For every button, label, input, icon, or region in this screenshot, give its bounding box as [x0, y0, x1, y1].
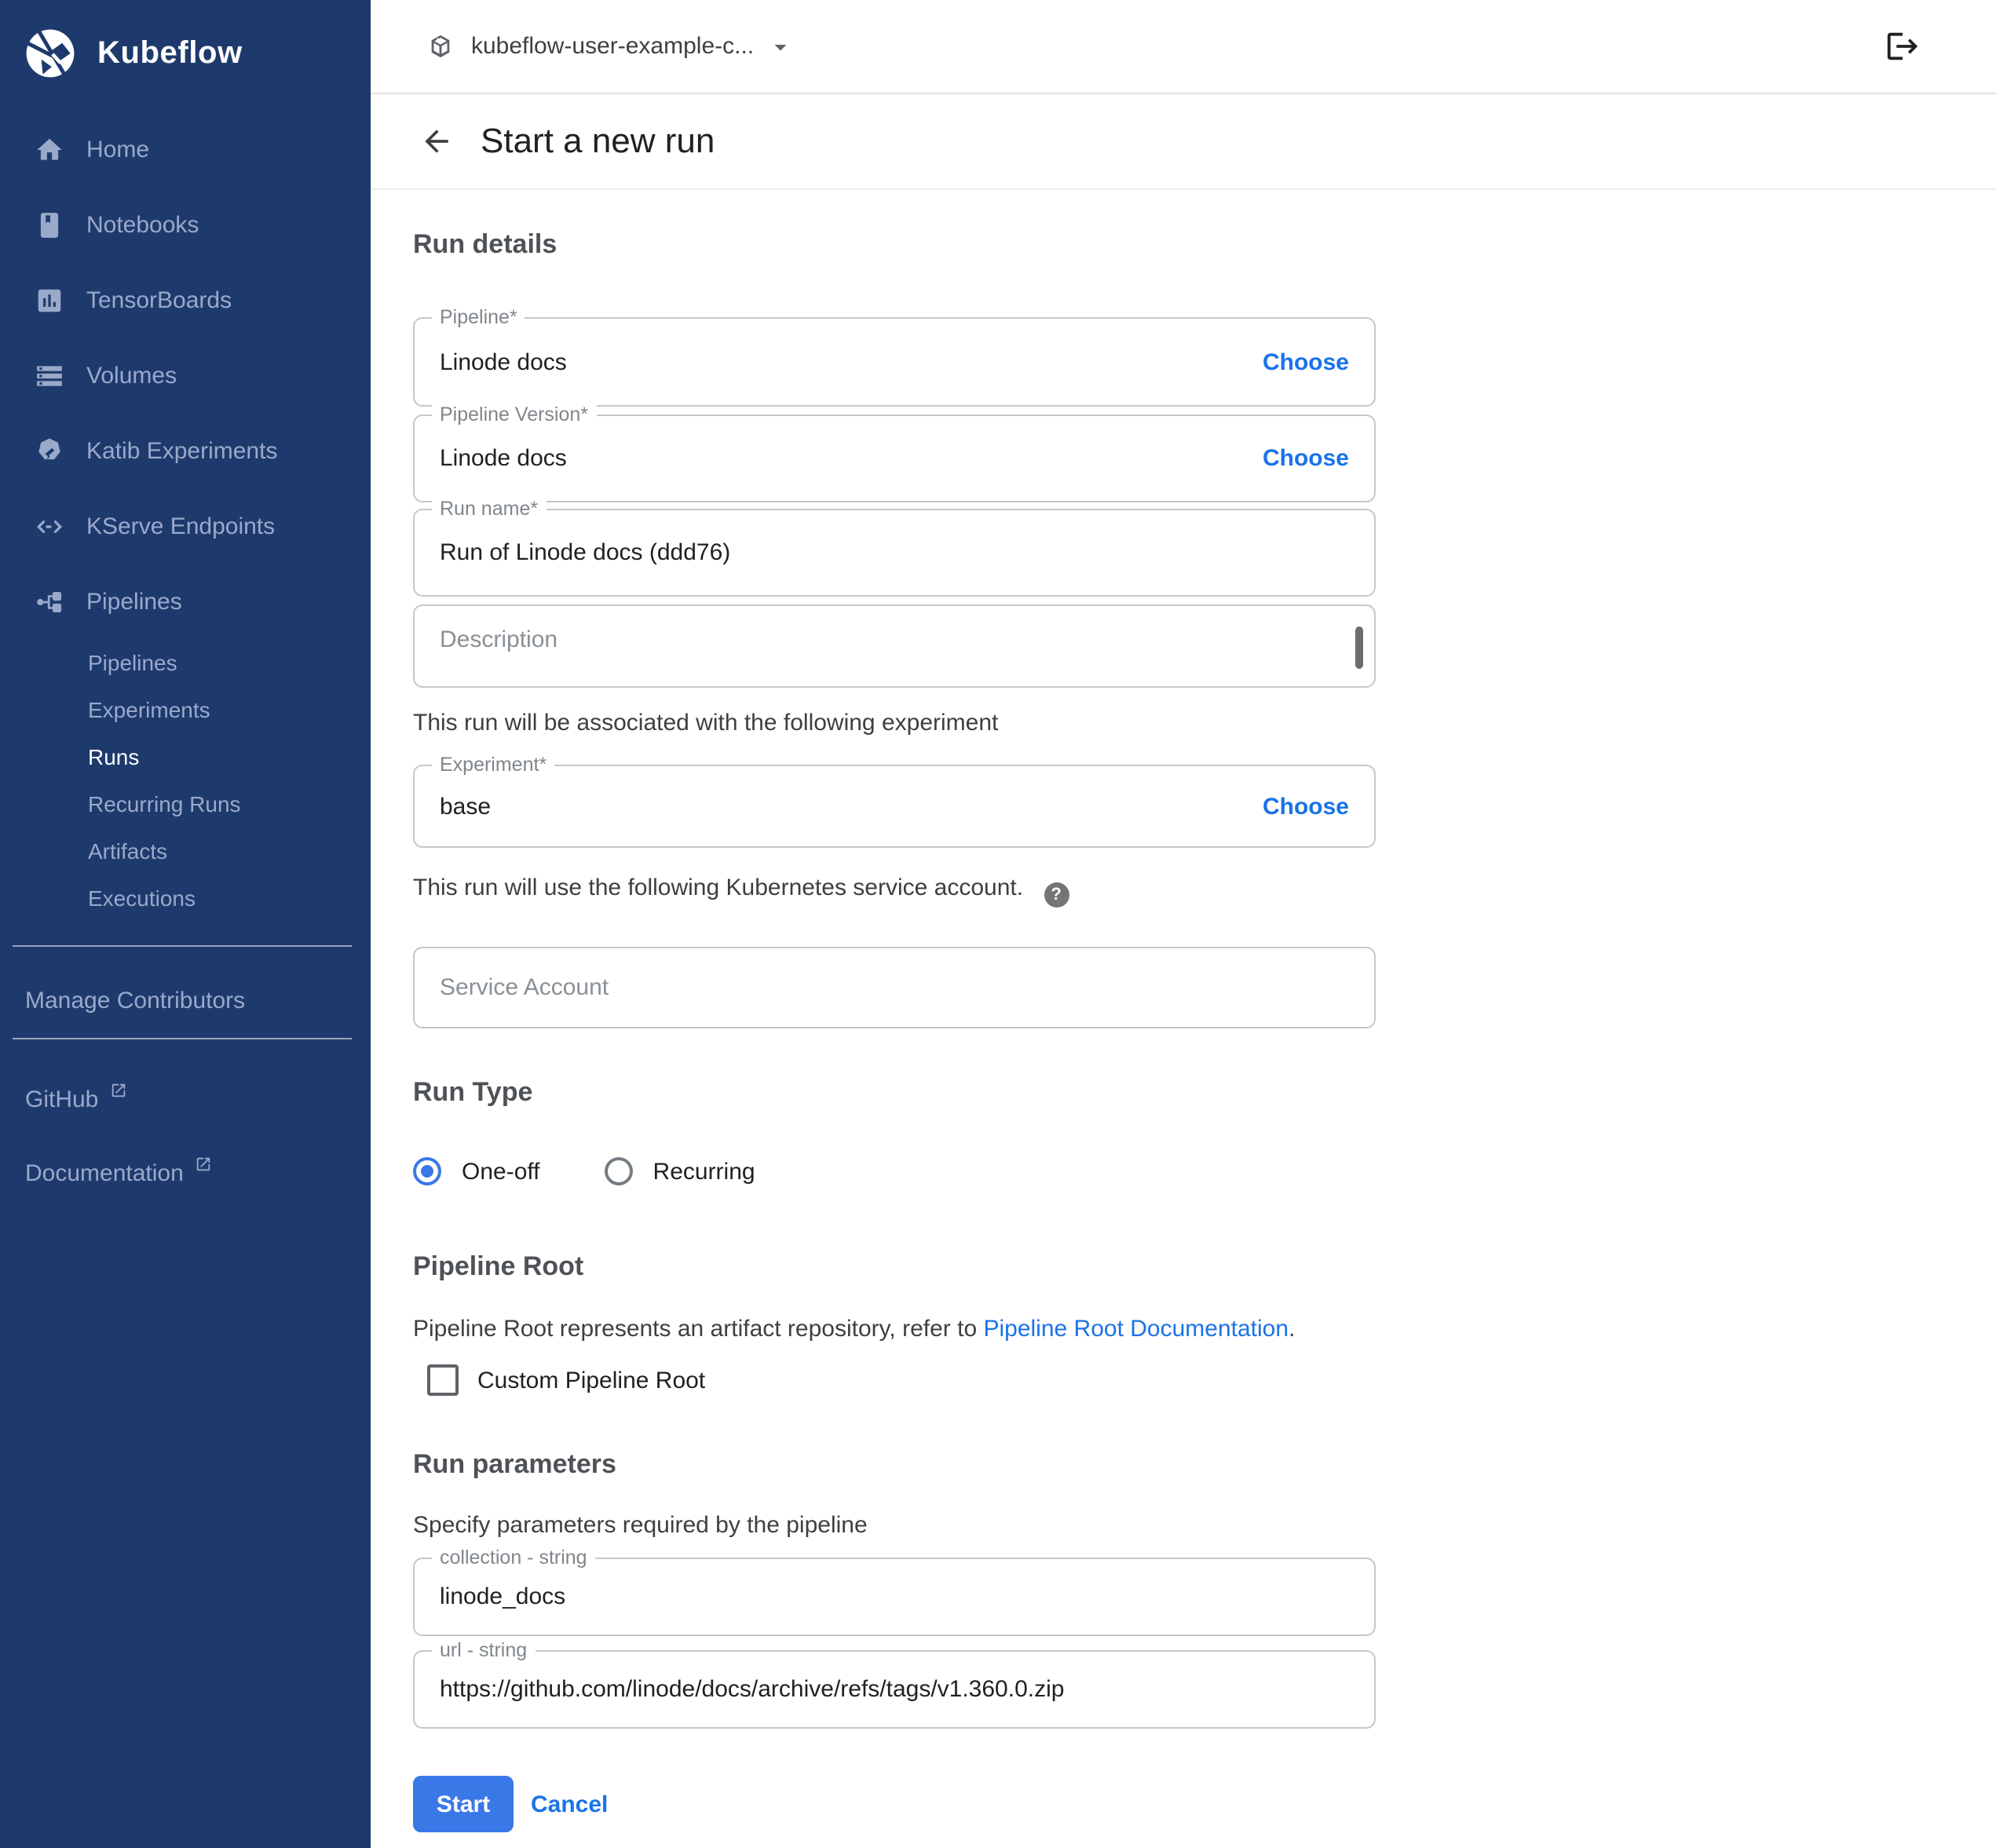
param-collection-value: linode_docs — [440, 1583, 565, 1610]
logout-icon[interactable] — [1885, 28, 1921, 64]
pipeline-choose-button[interactable]: Choose — [1263, 349, 1349, 375]
run-form: Run details Pipeline* Linode docs Choose… — [371, 94, 1996, 1848]
namespace-cube-icon — [427, 33, 454, 60]
external-link-icon — [195, 1156, 212, 1173]
sidebar-link-documentation[interactable]: Documentation — [0, 1160, 371, 1187]
sidebar-divider — [13, 1038, 352, 1039]
sidebar-item-label: TensorBoards — [86, 287, 232, 313]
sidebar-subitem-experiments[interactable]: Experiments — [0, 686, 371, 733]
sidebar-item-label: Notebooks — [86, 211, 199, 238]
pipeline-field-label: Pipeline* — [432, 306, 525, 328]
external-link-icon — [109, 1082, 126, 1099]
sidebar: Kubeflow Home Notebooks TensorBoards Vol… — [0, 0, 371, 1848]
associated-experiment-text: This run will be associated with the fol… — [413, 710, 998, 736]
description-field[interactable]: Description — [413, 604, 1376, 688]
notebook-icon — [35, 210, 64, 239]
pipeline-version-field[interactable]: Pipeline Version* Linode docs Choose — [413, 415, 1376, 502]
sidebar-nav: Home Notebooks TensorBoards Volumes — [0, 111, 371, 922]
sidebar-item-notebooks[interactable]: Notebooks — [0, 187, 371, 262]
section-run-parameters: Run parameters — [413, 1449, 616, 1481]
run-name-field-label: Run name* — [432, 498, 546, 520]
param-collection-label: collection - string — [432, 1547, 595, 1569]
experiment-field[interactable]: Experiment* base Choose — [413, 765, 1376, 848]
sidebar-subitem-pipelines[interactable]: Pipelines — [0, 639, 371, 686]
pipeline-version-choose-button[interactable]: Choose — [1263, 445, 1349, 472]
section-pipeline-root: Pipeline Root — [413, 1251, 583, 1283]
recurring-label: Recurring — [653, 1158, 755, 1185]
custom-pipeline-root-label: Custom Pipeline Root — [477, 1367, 705, 1393]
top-app-bar: kubeflow-user-example-c... — [371, 0, 1996, 94]
param-url-field[interactable]: url - string https://github.com/linode/d… — [413, 1650, 1376, 1729]
kubeflow-start-new-run-page: Kubeflow Home Notebooks TensorBoards Vol… — [0, 0, 1996, 1848]
home-icon — [35, 134, 64, 164]
sidebar-divider — [13, 945, 352, 947]
sidebar-item-katib-experiments[interactable]: Katib Experiments — [0, 413, 371, 488]
service-account-placeholder: Service Account — [440, 974, 609, 1001]
sidebar-item-volumes[interactable]: Volumes — [0, 338, 371, 413]
start-button[interactable]: Start — [413, 1776, 514, 1832]
pipeline-version-field-label: Pipeline Version* — [432, 404, 596, 425]
kubeflow-logo-icon — [20, 24, 80, 83]
pipeline-field[interactable]: Pipeline* Linode docs Choose — [413, 317, 1376, 407]
run-name-field[interactable]: Run name* Run of Linode docs (ddd76) — [413, 509, 1376, 597]
pipeline-version-field-value: Linode docs — [440, 445, 567, 472]
custom-pipeline-root-row: Custom Pipeline Root — [427, 1364, 705, 1396]
help-icon[interactable]: ? — [1044, 882, 1069, 908]
app-title: Kubeflow — [97, 35, 243, 71]
main-content: Start a new run Run details Pipeline* Li… — [371, 94, 1996, 1848]
run-parameters-subtext: Specify parameters required by the pipel… — [413, 1512, 868, 1539]
custom-pipeline-root-checkbox[interactable] — [427, 1364, 459, 1396]
cancel-button[interactable]: Cancel — [531, 1791, 608, 1818]
recurring-radio[interactable] — [605, 1157, 633, 1185]
kserve-icon — [35, 511, 64, 541]
param-collection-field[interactable]: collection - string linode_docs — [413, 1558, 1376, 1636]
service-account-field[interactable]: Service Account — [413, 947, 1376, 1028]
sidebar-item-tensorboards[interactable]: TensorBoards — [0, 262, 371, 338]
param-url-value: https://github.com/linode/docs/archive/r… — [440, 1676, 1064, 1703]
sidebar-item-label: Volumes — [86, 362, 177, 389]
experiment-field-label: Experiment* — [432, 754, 554, 776]
description-scrollbar-thumb[interactable] — [1355, 626, 1363, 669]
katib-icon — [35, 436, 64, 466]
sidebar-item-pipelines[interactable]: Pipelines — [0, 564, 371, 639]
experiment-field-value: base — [440, 793, 491, 820]
description-placeholder: Description — [440, 626, 557, 653]
tensorboard-icon — [35, 285, 64, 315]
sidebar-link-github[interactable]: GitHub — [0, 1087, 371, 1113]
pipeline-field-value: Linode docs — [440, 349, 567, 375]
section-run-details: Run details — [413, 229, 557, 261]
sidebar-item-label: Katib Experiments — [86, 437, 277, 464]
sidebar-item-label: Pipelines — [86, 588, 182, 615]
sidebar-subitem-runs[interactable]: Runs — [0, 733, 371, 780]
sidebar-subitem-executions[interactable]: Executions — [0, 875, 371, 922]
sidebar-item-home[interactable]: Home — [0, 111, 371, 187]
param-url-label: url - string — [432, 1639, 535, 1661]
sidebar-subitem-recurring-runs[interactable]: Recurring Runs — [0, 780, 371, 827]
sidebar-subitem-artifacts[interactable]: Artifacts — [0, 827, 371, 875]
one-off-label: One-off — [462, 1158, 540, 1185]
pipelines-icon — [35, 586, 64, 616]
chevron-down-icon — [766, 32, 795, 60]
volumes-icon — [35, 360, 64, 390]
sidebar-item-label: KServe Endpoints — [86, 513, 275, 539]
namespace-label: kubeflow-user-example-c... — [471, 33, 754, 60]
run-type-options: One-off Recurring — [413, 1157, 755, 1185]
run-name-field-value: Run of Linode docs (ddd76) — [440, 539, 730, 566]
sidebar-item-kserve-endpoints[interactable]: KServe Endpoints — [0, 488, 371, 564]
sidebar-item-manage-contributors[interactable]: Manage Contributors — [0, 988, 371, 1014]
one-off-radio[interactable] — [413, 1157, 441, 1185]
app-logo[interactable]: Kubeflow — [0, 0, 371, 86]
namespace-selector[interactable]: kubeflow-user-example-c... — [427, 32, 795, 60]
service-account-text: This run will use the following Kubernet… — [413, 875, 1069, 908]
sidebar-item-label: Home — [86, 136, 149, 163]
pipeline-root-doc-link[interactable]: Pipeline Root Documentation — [983, 1316, 1289, 1342]
experiment-choose-button[interactable]: Choose — [1263, 793, 1349, 820]
section-run-type: Run Type — [413, 1077, 532, 1108]
pipeline-root-description: Pipeline Root represents an artifact rep… — [413, 1316, 1295, 1342]
